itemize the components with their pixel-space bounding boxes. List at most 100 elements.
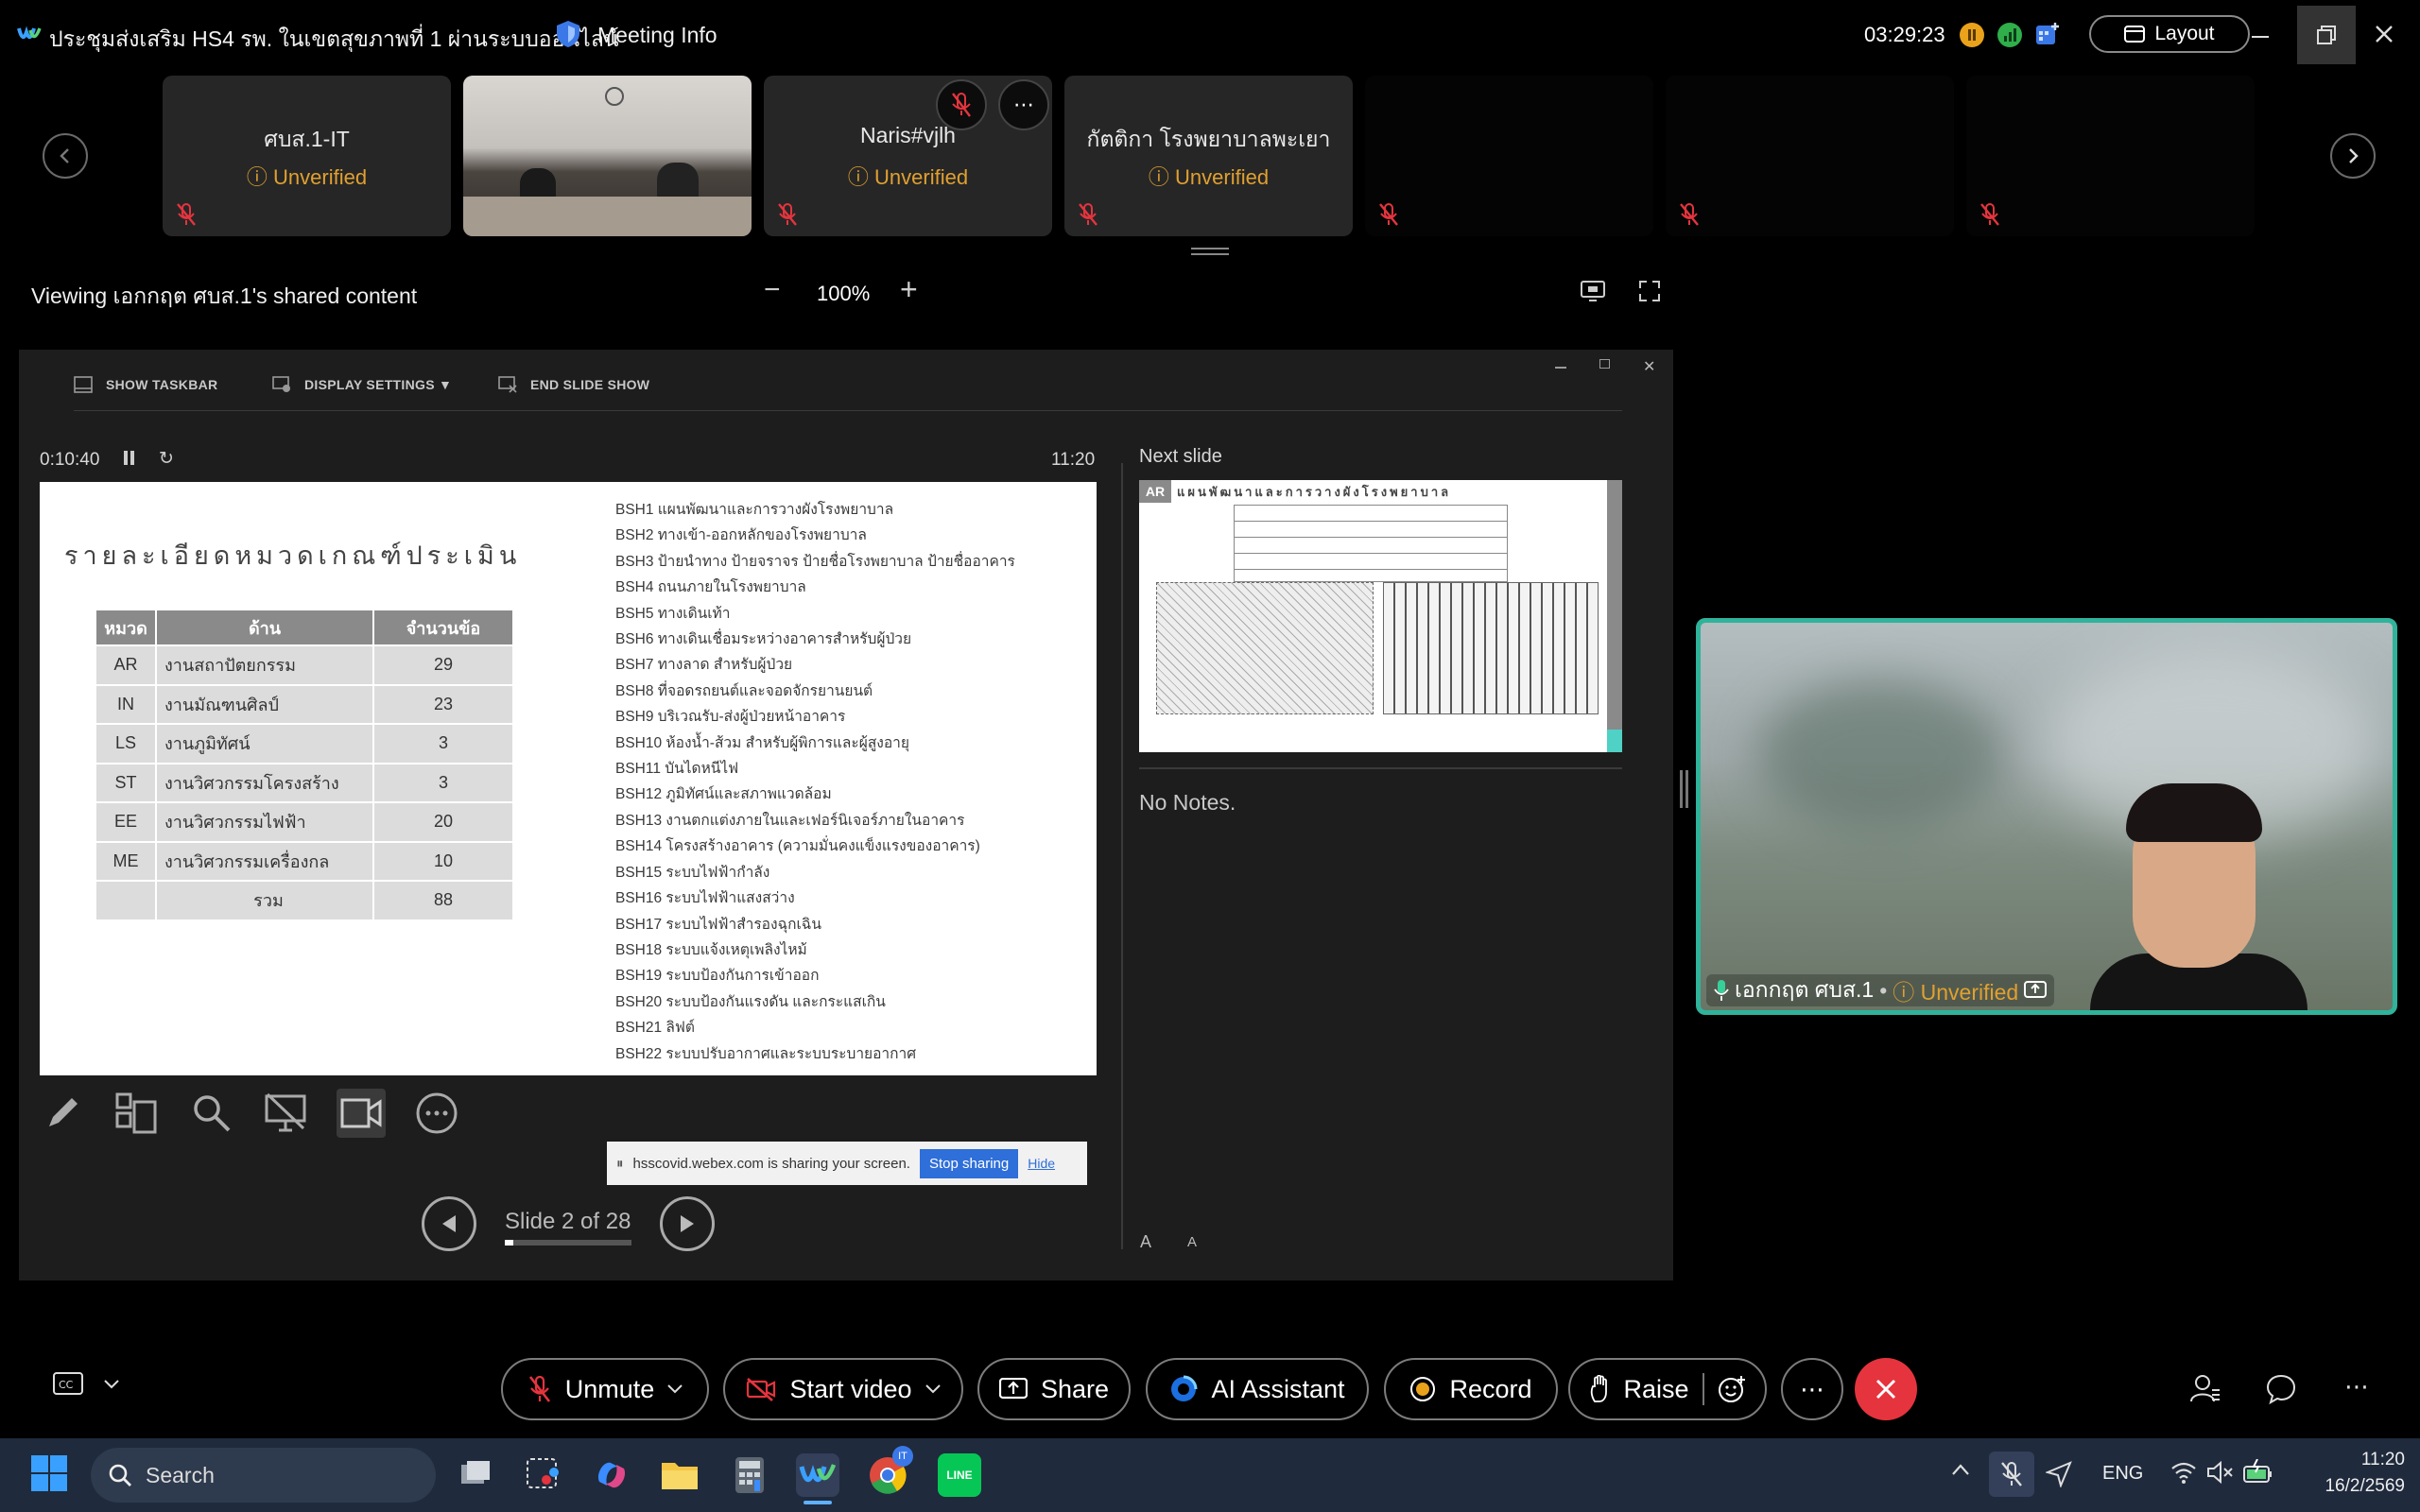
participant-tile[interactable]: Naris#vjlh ⓘ Unverified ⋯: [764, 76, 1052, 236]
record-button[interactable]: Record: [1384, 1358, 1558, 1420]
start-video-button[interactable]: Start video: [723, 1358, 963, 1420]
participant-tile[interactable]: [1966, 76, 2255, 236]
presenter-close-icon[interactable]: ✕: [1643, 357, 1655, 376]
wifi-icon[interactable]: [2170, 1461, 2197, 1484]
pen-tool-button[interactable]: [38, 1089, 87, 1138]
file-explorer-icon[interactable]: [658, 1453, 701, 1497]
svg-text:CC: CC: [59, 1379, 74, 1391]
participant-tile[interactable]: [1365, 76, 1653, 236]
video-camera-icon: [340, 1098, 382, 1128]
chevron-up-icon[interactable]: [1951, 1463, 1970, 1476]
more-panels-icon[interactable]: ⋯: [2344, 1372, 2369, 1401]
participant-tile[interactable]: ศบส.1-IT ⓘ Unverified: [163, 76, 451, 236]
windows-start-icon[interactable]: [30, 1454, 68, 1492]
more-options-button[interactable]: [412, 1089, 461, 1138]
active-speaker-video[interactable]: เอกกฤต ศบส.1 • ⓘ Unverified: [1696, 618, 2397, 1015]
more-options-button[interactable]: ⋯: [1781, 1358, 1843, 1420]
black-screen-button[interactable]: [261, 1089, 310, 1138]
bsh-item: BSH19 ระบบป้องกันการเข้าออก: [615, 968, 820, 985]
pause-share-icon[interactable]: ⏸: [616, 1156, 624, 1172]
end-slide-show-button[interactable]: END SLIDE SHOW: [498, 376, 649, 393]
camera-toggle-button[interactable]: [337, 1089, 386, 1138]
reactions-icon[interactable]: [1718, 1375, 1746, 1403]
network-health-icon[interactable]: [1997, 23, 2022, 47]
taskbar-date[interactable]: 16/2/2569: [2305, 1476, 2405, 1497]
restart-timer-icon[interactable]: ↻: [159, 448, 174, 470]
shield-icon[interactable]: [554, 19, 582, 49]
restore-button[interactable]: [2297, 6, 2356, 64]
participant-tile[interactable]: กัตติกา โรงพยาบาลพะเยา ⓘ Unverified: [1064, 76, 1353, 236]
next-slide-button[interactable]: [660, 1196, 715, 1251]
raise-hand-button[interactable]: Raise: [1589, 1375, 1689, 1404]
task-view-icon[interactable]: [454, 1453, 497, 1497]
tile-more-button[interactable]: ⋯: [998, 79, 1049, 130]
ai-assistant-label: AI Assistant: [1211, 1374, 1345, 1403]
webex-taskbar-icon[interactable]: [796, 1453, 839, 1497]
thumbnails-next-button[interactable]: [2330, 133, 2376, 179]
thumbnails-prev-button[interactable]: [43, 133, 88, 179]
magnifier-icon: [194, 1095, 231, 1132]
chevron-right-icon: [2349, 148, 2359, 163]
table-cell-code: AR: [95, 644, 157, 686]
mic-muted-tray-button[interactable]: [1989, 1452, 2034, 1497]
fullscreen-icon[interactable]: [1639, 281, 1660, 301]
bsh-item: BSH2 ทางเข้า-ออกหลักของโรงพยาบาล: [615, 527, 867, 544]
previous-slide-button[interactable]: [422, 1196, 476, 1251]
taskbar-clock[interactable]: 11:20: [2344, 1450, 2405, 1470]
slide-title: รายละเอียดหมวดเกณฑ์ประเมิน: [64, 541, 522, 571]
resize-handle[interactable]: [1191, 248, 1229, 249]
battery-charging-icon[interactable]: [2242, 1459, 2274, 1486]
ai-assistant-button[interactable]: AI Assistant: [1146, 1358, 1369, 1420]
participant-tile[interactable]: [1666, 76, 1954, 236]
display-settings-button[interactable]: DISPLAY SETTINGS ▼: [272, 376, 452, 393]
slide-progress-fill: [505, 1240, 514, 1246]
table-cell-code: [95, 880, 157, 921]
calculator-icon[interactable]: [728, 1453, 771, 1497]
pop-out-icon[interactable]: [1581, 281, 1605, 301]
panel-splitter[interactable]: [1680, 770, 1683, 808]
presenter-minimize-icon[interactable]: [1555, 367, 1566, 369]
leave-meeting-button[interactable]: [1855, 1358, 1917, 1420]
next-slide-preview[interactable]: AR แผนพัฒนาและการวางผังโรงพยาบาล: [1139, 480, 1622, 752]
location-icon[interactable]: [2046, 1461, 2072, 1487]
input-language[interactable]: ENG: [2102, 1463, 2143, 1485]
chat-icon[interactable]: [2265, 1373, 2297, 1405]
volume-muted-icon[interactable]: [2206, 1461, 2233, 1484]
pause-timer-icon[interactable]: [124, 451, 128, 465]
slide-counter[interactable]: Slide 2 of 28: [505, 1209, 631, 1235]
pause-recording-icon[interactable]: [1960, 23, 1984, 47]
stop-sharing-button[interactable]: Stop sharing: [919, 1148, 1019, 1178]
line-app-icon[interactable]: LINE: [938, 1453, 981, 1497]
unmute-button[interactable]: Unmute: [501, 1358, 709, 1420]
show-taskbar-button[interactable]: SHOW TASKBAR: [74, 376, 217, 393]
bsh-item: BSH1 แผนพัฒนาและการวางผังโรงพยาบาล: [615, 502, 894, 518]
zoom-slide-button[interactable]: [187, 1089, 236, 1138]
site-plan-drawing: [1156, 582, 1374, 714]
muted-mic-icon: [1378, 202, 1399, 227]
calendar-add-icon[interactable]: [2034, 21, 2061, 47]
tile-mute-button[interactable]: [936, 79, 987, 130]
close-window-icon[interactable]: [2375, 25, 2394, 43]
layout-button[interactable]: Layout: [2089, 15, 2250, 53]
minimize-icon[interactable]: [2252, 36, 2269, 38]
increase-font-icon[interactable]: A: [1140, 1232, 1151, 1252]
participants-icon[interactable]: [2189, 1373, 2221, 1405]
meeting-info-button[interactable]: Meeting Info: [597, 23, 717, 48]
snipping-tool-icon[interactable]: [522, 1453, 565, 1497]
zoom-out-button[interactable]: −: [764, 274, 781, 306]
copilot-icon[interactable]: [590, 1453, 633, 1497]
zoom-level[interactable]: 100%: [817, 282, 870, 306]
decrease-font-icon[interactable]: A: [1187, 1234, 1197, 1250]
speaker-label: เอกกฤต ศบส.1 • ⓘ Unverified: [1706, 974, 2055, 1006]
raise-hand-group: Raise: [1568, 1358, 1767, 1420]
table-surface: [463, 197, 752, 236]
share-button[interactable]: Share: [977, 1358, 1131, 1420]
participant-tile-video[interactable]: [463, 76, 752, 236]
presenter-restore-icon[interactable]: [1599, 359, 1610, 369]
see-all-slides-button[interactable]: [112, 1089, 161, 1138]
zoom-in-button[interactable]: +: [900, 272, 918, 307]
hide-banner-link[interactable]: Hide: [1028, 1156, 1055, 1171]
table-header: จำนวนข้อ: [372, 609, 514, 646]
captions-button[interactable]: CC: [53, 1372, 119, 1397]
taskbar-search[interactable]: Search: [91, 1448, 436, 1503]
